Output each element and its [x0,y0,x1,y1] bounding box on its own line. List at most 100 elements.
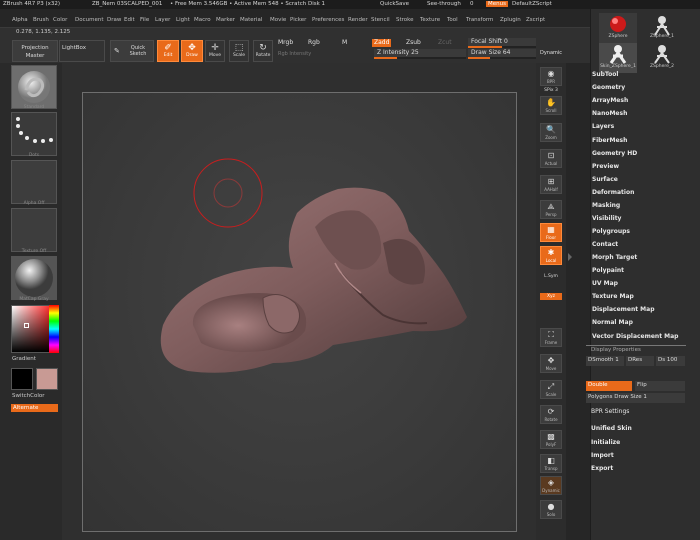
menu-marker[interactable]: Marker [216,17,235,23]
zadd-button[interactable]: Zadd [372,39,392,47]
menu-stroke[interactable]: Stroke [396,17,414,23]
menu-surface[interactable]: Surface [592,176,618,183]
menu-render[interactable]: Render [348,17,368,23]
secondary-color-swatch[interactable] [11,368,33,390]
menu-contact[interactable]: Contact [592,241,618,248]
dynamic-button[interactable]: Dynamic [538,49,564,57]
menu-displacement-map[interactable]: Displacement Map [592,306,655,313]
rotate-button[interactable]: ↻ Rotate [253,40,273,62]
projection-master-button[interactable]: Projection Master [12,40,58,62]
menu-file[interactable]: File [140,17,149,23]
menu-visibility[interactable]: Visibility [592,215,621,222]
menu-normal-map[interactable]: Normal Map [592,319,633,326]
scale-view-button[interactable]: ⤢ Scale [540,380,562,399]
move-view-button[interactable]: ✥ Move [540,354,562,373]
dres-slider[interactable]: DRes [626,356,654,366]
floor-button[interactable]: ▦ Floor [540,223,562,242]
menu-material[interactable]: Material [240,17,262,23]
display-properties-title[interactable]: Display Properties [591,347,641,353]
menu-edit[interactable]: Edit [124,17,135,23]
tray-arrow-icon[interactable] [568,253,572,261]
menu-fibermesh[interactable]: FiberMesh [592,137,627,144]
menu-arraymesh[interactable]: ArrayMesh [592,97,628,104]
flip-button[interactable]: Flip [635,381,685,391]
menu-uv-map[interactable]: UV Map [592,280,618,287]
texture-thumbnail[interactable] [11,208,57,252]
menu-import[interactable]: Import [591,452,614,459]
menu-unified-skin[interactable]: Unified Skin [591,425,632,432]
menu-preferences[interactable]: Preferences [312,17,344,23]
stroke-thumbnail[interactable] [11,112,57,156]
quicksave-button[interactable]: QuickSave [380,1,409,7]
lsym-button[interactable]: L.Sym [540,273,562,280]
persp-button[interactable]: ⟁ Persp [540,200,562,219]
menus-button[interactable]: Menus [486,1,508,7]
menu-preview[interactable]: Preview [592,163,619,170]
menu-stencil[interactable]: Stencil [371,17,390,23]
move-button[interactable]: ✛ Move [205,40,225,62]
menu-polypaint[interactable]: Polypaint [592,267,624,274]
quick-sketch-button[interactable]: ✎ Quick Sketch [110,40,154,62]
alpha-thumbnail[interactable] [11,160,57,204]
m-button[interactable]: M [340,39,349,47]
draw-button[interactable]: ✥ Draw [181,40,203,62]
menu-zscript[interactable]: Zscript [526,17,545,23]
solo-button[interactable]: ● Solo [540,500,562,519]
menu-transform[interactable]: Transform [466,17,493,23]
menu-layer[interactable]: Layer [155,17,170,23]
scroll-button[interactable]: ✋ Scroll [540,96,562,115]
menu-geometry[interactable]: Geometry [592,84,625,91]
bpr-settings-item[interactable]: BPR Settings [591,408,629,415]
tool-zsphere[interactable]: ZSphere [599,13,637,43]
menu-geometry-hd[interactable]: Geometry HD [592,150,637,157]
sculpted-mesh[interactable] [160,187,467,373]
right-tray[interactable] [566,63,590,540]
menu-zplugin[interactable]: Zplugin [500,17,521,23]
menu-texture-map[interactable]: Texture Map [592,293,634,300]
menu-movie[interactable]: Movie [270,17,286,23]
menu-macro[interactable]: Macro [194,17,211,23]
zcut-button[interactable]: Zcut [436,39,454,47]
mrgb-button[interactable]: Mrgb [276,39,295,47]
rotate-view-button[interactable]: ⟳ Rotate [540,405,562,424]
spix-slider[interactable]: SPix 3 [540,87,562,94]
main-color-swatch[interactable] [36,368,58,390]
zsub-button[interactable]: Zsub [404,39,423,47]
aahalf-button[interactable]: ⊞ AAHalf [540,175,562,194]
polyf-button[interactable]: ▩ PolyF [540,430,562,449]
rgb-button[interactable]: Rgb [306,39,322,47]
menu-vector-displacement-map[interactable]: Vector Displacement Map [592,333,678,340]
transp-button[interactable]: ◧ Transp [540,454,562,473]
rgb-intensity-label[interactable]: Rgb Intensity [276,50,313,58]
see-through-label[interactable]: See-through [427,1,461,7]
menu-document[interactable]: Document [75,17,104,23]
menu-brush[interactable]: Brush [33,17,49,23]
hue-strip[interactable] [49,305,59,353]
dsmooth-slider[interactable]: DSmooth 1 [586,356,624,366]
ds-slider[interactable]: Ds 100 [656,356,685,366]
material-thumbnail[interactable] [11,256,57,300]
menu-alpha[interactable]: Alpha [12,17,28,23]
double-button[interactable]: Double [586,381,632,391]
menu-nanomesh[interactable]: NanoMesh [592,110,627,117]
tool-zsphere-1[interactable]: ZSphere_1 [643,13,681,43]
tool-skin-zsphere[interactable]: Skin_ZSphere_1 [599,43,637,73]
menu-deformation[interactable]: Deformation [592,189,634,196]
menu-color[interactable]: Color [53,17,67,23]
local-button[interactable]: ✱ Local [540,246,562,265]
menu-subtool[interactable]: SubTool [592,71,618,78]
draw-size-slider[interactable]: Draw Size 64 [468,49,536,59]
menu-initialize[interactable]: Initialize [591,439,620,446]
menu-masking[interactable]: Masking [592,202,620,209]
z-intensity-slider[interactable]: Z Intensity 25 [374,49,466,59]
menu-texture[interactable]: Texture [420,17,440,23]
tool-zsphere-2[interactable]: ZSphere_2 [643,43,681,73]
menu-draw[interactable]: Draw [107,17,121,23]
gradient-label[interactable]: Gradient [12,356,36,362]
edit-button[interactable]: ✐ Edit [157,40,179,62]
default-zscript-button[interactable]: DefaultZScript [512,1,552,7]
dynamic-view-button[interactable]: ◈ Dynamic [540,476,562,495]
polygons-draw-size-slider[interactable]: Polygons Draw Size 1 [586,393,685,403]
menu-export[interactable]: Export [591,465,613,472]
menu-light[interactable]: Light [176,17,190,23]
